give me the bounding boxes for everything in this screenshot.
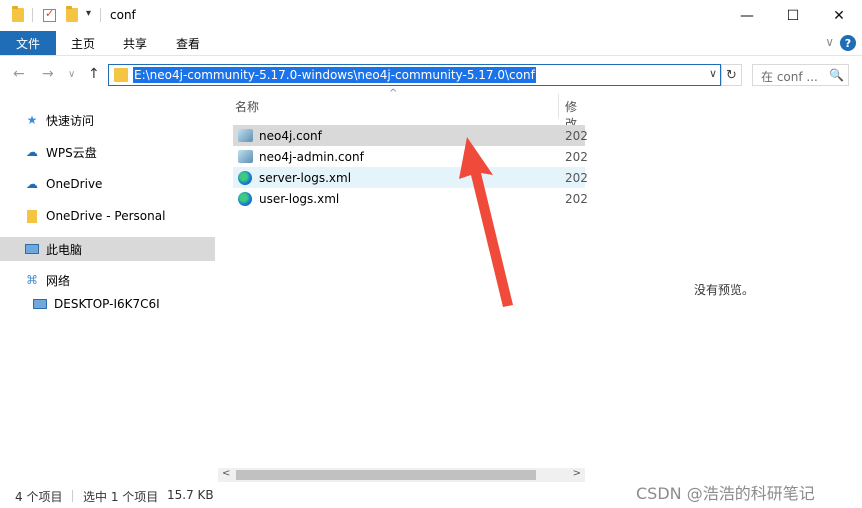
file-row[interactable]: neo4j-admin.conf 202: [233, 146, 588, 167]
tab-file[interactable]: 文件: [0, 31, 56, 55]
file-date: 202: [565, 170, 588, 185]
forward-icon[interactable]: →: [42, 66, 54, 82]
sidebar-item-label: 网络: [46, 273, 71, 288]
help-icon[interactable]: ?: [840, 35, 856, 51]
customize-toolbar-icon[interactable]: ▾: [86, 8, 91, 19]
chevron-down-icon[interactable]: ∨: [709, 67, 717, 80]
edge-icon: [237, 191, 253, 207]
search-input[interactable]: 在 conf ... 🔍: [752, 64, 849, 86]
up-icon[interactable]: ↑: [88, 66, 100, 82]
file-date: 202: [565, 191, 588, 206]
window-title: conf: [110, 8, 136, 22]
watermark: CSDN @浩浩的科研笔记: [636, 484, 815, 503]
selection-size: 15.7 KB: [167, 488, 214, 502]
file-name: neo4j-admin.conf: [259, 149, 364, 164]
minimize-button[interactable]: —: [724, 0, 770, 31]
file-row[interactable]: server-logs.xml 202: [233, 167, 588, 188]
divider: [100, 8, 101, 22]
tab-home[interactable]: 主页: [58, 31, 108, 55]
folder-icon: [24, 209, 40, 223]
sidebar-item-label: 快速访问: [46, 113, 95, 128]
file-date: 202: [565, 128, 588, 143]
sidebar-item-label: OneDrive - Personal: [46, 209, 166, 223]
divider: [72, 490, 73, 502]
sidebar-item-label: OneDrive: [46, 177, 103, 191]
cloud-icon: ☁: [26, 145, 38, 159]
column-divider[interactable]: [558, 94, 559, 118]
folder-icon: [12, 6, 24, 22]
file-date: 202: [565, 149, 588, 164]
recent-locations-icon[interactable]: ∨: [68, 69, 75, 80]
horizontal-scrollbar[interactable]: < >: [218, 468, 585, 482]
maximize-button[interactable]: ☐: [770, 0, 816, 31]
network-icon: ⌘: [26, 273, 38, 287]
search-placeholder: 在 conf ...: [761, 70, 818, 84]
sidebar-item-label: WPS云盘: [46, 145, 97, 160]
title-bar: ✓ ▾ conf — ☐ ✕: [0, 0, 862, 31]
file-list: 名称 ^ 修改 neo4j.conf 202 neo4j-admin.conf …: [218, 88, 588, 482]
onedrive-icon: ☁: [26, 177, 38, 191]
scroll-right-icon[interactable]: >: [573, 468, 581, 479]
sidebar-item-this-pc[interactable]: 此电脑: [0, 237, 215, 261]
refresh-button[interactable]: ↻: [721, 64, 742, 86]
file-row[interactable]: user-logs.xml 202: [233, 188, 588, 209]
file-name: user-logs.xml: [259, 191, 340, 206]
file-name: neo4j.conf: [259, 128, 322, 143]
properties-icon[interactable]: ✓: [43, 7, 56, 22]
computer-icon: [24, 242, 40, 256]
sidebar-item-label: 此电脑: [46, 242, 83, 257]
sidebar-item-quick-access[interactable]: ★ 快速访问: [0, 108, 215, 132]
tab-share[interactable]: 共享: [110, 31, 160, 55]
divider: [32, 8, 33, 22]
scroll-left-icon[interactable]: <: [222, 468, 230, 479]
preview-pane-text: 没有预览。: [694, 283, 755, 297]
selection-count: 选中 1 个项目: [83, 490, 159, 504]
scrollbar-thumb[interactable]: [236, 470, 536, 480]
address-bar[interactable]: E:\neo4j-community-5.17.0-windows\neo4j-…: [108, 64, 721, 86]
search-icon[interactable]: 🔍: [829, 68, 844, 82]
sidebar-item-wps-cloud[interactable]: ☁ WPS云盘: [0, 140, 215, 164]
edge-icon: [237, 170, 253, 186]
new-folder-icon[interactable]: [66, 6, 78, 22]
item-count: 4 个项目: [15, 490, 63, 504]
sort-ascending-icon: ^: [389, 88, 398, 99]
close-button[interactable]: ✕: [816, 0, 862, 31]
address-path[interactable]: E:\neo4j-community-5.17.0-windows\neo4j-…: [133, 67, 536, 83]
expand-ribbon-icon[interactable]: ∨: [825, 35, 834, 49]
sidebar-item-desktop[interactable]: DESKTOP-I6K7C6I: [0, 292, 215, 316]
sidebar-item-onedrive[interactable]: ☁ OneDrive: [0, 172, 215, 196]
file-name: server-logs.xml: [259, 170, 352, 185]
file-row[interactable]: neo4j.conf 202: [233, 125, 588, 146]
config-file-icon: [237, 128, 253, 144]
star-icon: ★: [26, 113, 38, 127]
back-icon[interactable]: ←: [13, 66, 25, 82]
sidebar-item-onedrive-personal[interactable]: OneDrive - Personal: [0, 204, 215, 228]
folder-icon: [114, 68, 128, 82]
tab-view[interactable]: 查看: [163, 31, 213, 55]
navigation-pane: ★ 快速访问 ☁ WPS云盘 ☁ OneDrive OneDrive - Per…: [0, 94, 218, 482]
column-header-name[interactable]: 名称: [235, 98, 259, 115]
sidebar-item-label: DESKTOP-I6K7C6I: [54, 297, 160, 311]
red-arrow-annotation: [459, 137, 513, 307]
computer-icon: [32, 297, 48, 311]
sidebar-item-network[interactable]: ⌘ 网络: [0, 268, 215, 292]
config-file-icon: [237, 149, 253, 165]
ribbon-tabs: 文件 主页 共享 查看 ∨ ?: [0, 31, 862, 56]
